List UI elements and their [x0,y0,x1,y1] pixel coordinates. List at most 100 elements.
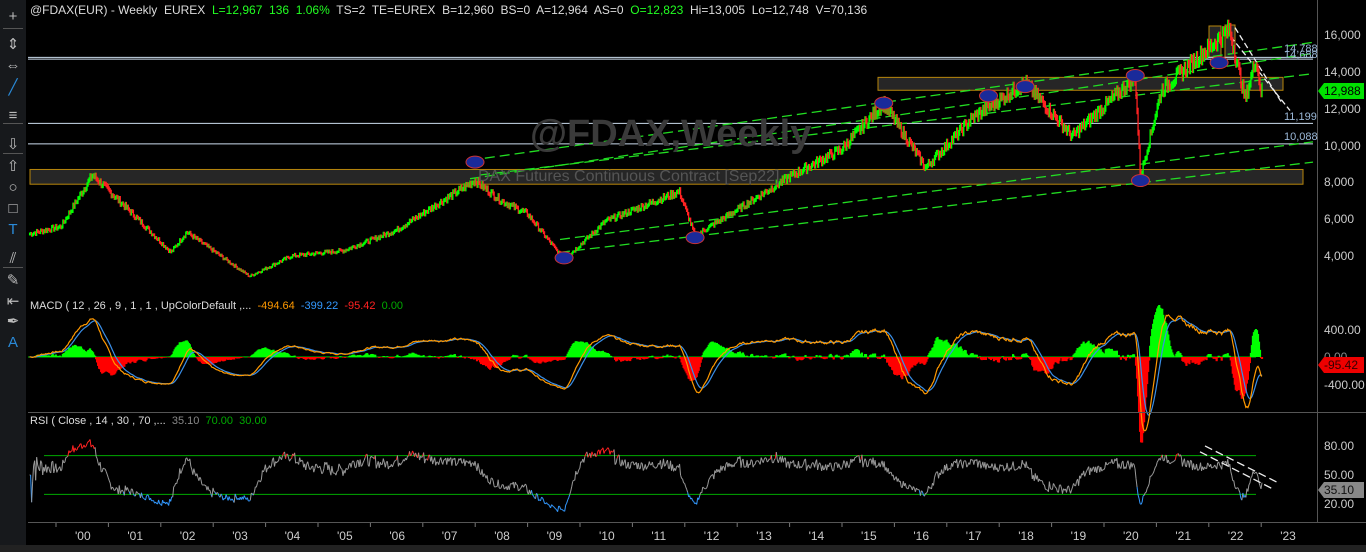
rsi-segment [516,484,519,491]
rsi-segment [934,473,936,478]
rsi-segment [1181,461,1184,467]
rsi-segment [1122,460,1125,470]
rsi-segment [199,476,202,480]
rsi-segment [552,505,554,507]
rsi-segment [115,487,118,489]
rsi-segment [998,464,1001,471]
level-label: 14,688 [1284,49,1318,61]
rsi-label: RSI ( Close , 14 , 30 , 70 ,... [30,415,166,427]
rsi-segment [256,480,259,484]
rsi-segment [1188,460,1191,468]
rsi-segment [176,479,179,484]
rsi-segment [301,459,304,462]
rsi-segment [646,465,649,468]
rsi-segment [830,463,833,468]
rsi-segment [810,464,813,469]
rsi-segment [85,443,88,447]
rsi-segment [1249,477,1252,484]
rsi-segment [574,471,577,481]
rsi-segment [680,475,683,479]
rsi-segment [997,469,1000,473]
touchpoint-ellipse [465,155,485,169]
rsi-segment [105,471,108,475]
rsi-segment [126,487,129,491]
rsi-segment [184,458,187,465]
rsi-segment [946,463,949,471]
rsi-segment [942,472,944,474]
rsi-segment [231,498,234,501]
rsi-segment [355,460,358,468]
rsi-segment [666,460,669,469]
rsi-segment [255,483,258,488]
horizontal-scrollbar[interactable] [0,545,1366,552]
rsi-segment [262,469,265,473]
rsi-segment [864,458,867,461]
rsi-segment [640,462,643,464]
rsi-segment [269,465,272,469]
rsi-segment [1127,460,1130,466]
rsi-segment [1185,460,1188,467]
rsi-segment [1196,463,1199,471]
rsi-segment [442,459,445,465]
rsi-segment [63,461,66,464]
rsi-segment [525,485,528,493]
rsi-segment [87,440,90,443]
rsi-segment [770,455,773,463]
rsi-segment [1173,459,1176,462]
touchpoint-ellipse [554,251,574,265]
rsi-segment [209,490,212,495]
rsi-segment [203,484,206,486]
rsi-segment [189,458,192,467]
rsi-segment [1210,464,1213,469]
time-tick: '21 [1175,529,1192,543]
chart-canvas[interactable] [0,0,1366,552]
macd-line [29,314,1263,432]
rsi-segment [172,486,175,498]
rsi-segment [1169,462,1172,465]
rsi-segment [310,466,313,470]
rsi-segment [69,450,72,454]
rsi-segment [331,466,334,473]
rsi-segment [664,464,666,467]
rsi-segment [201,484,204,486]
rsi-segment [1021,460,1024,465]
rsi-segment [1006,462,1009,470]
rsi-segment [37,464,40,469]
rsi-segment [772,459,775,464]
rsi-segment [797,461,800,469]
rsi-segment [1075,481,1078,486]
rsi-segment [926,486,929,492]
rsi-segment [1211,466,1213,469]
rsi-segment [713,470,716,480]
rsi-segment [808,464,811,468]
rsi-segment [265,467,268,473]
rsi-segment [742,458,745,468]
rsi-segment [104,468,107,472]
rsi-segment [841,465,844,469]
rsi-segment [1154,465,1157,468]
rsi-segment [627,462,630,469]
rsi-segment [159,503,161,505]
rsi-segment [66,455,69,458]
rsi-segment [1134,468,1137,479]
rsi-segment [131,489,134,494]
rsi-segment [905,487,908,489]
rsi-segment [883,461,886,471]
rsi-segment [546,502,548,505]
rsi-segment [248,499,251,502]
rsi-segment [320,469,323,474]
time-tick: '06 [389,529,406,543]
time-tick: '11 [651,529,667,543]
rsi-last-tag: 35.10 [1318,482,1364,498]
rsi-segment [432,460,435,465]
rsi-segment [401,461,403,464]
rsi-segment [396,455,399,467]
rsi-segment [251,492,253,495]
rsi-segment [1057,485,1060,493]
rsi-segment [287,454,290,459]
rsi-segment [386,461,389,470]
rsi-segment [1131,463,1134,468]
rsi-segment [278,456,280,462]
time-tick: '23 [1280,529,1296,543]
rsi-segment [709,475,712,479]
